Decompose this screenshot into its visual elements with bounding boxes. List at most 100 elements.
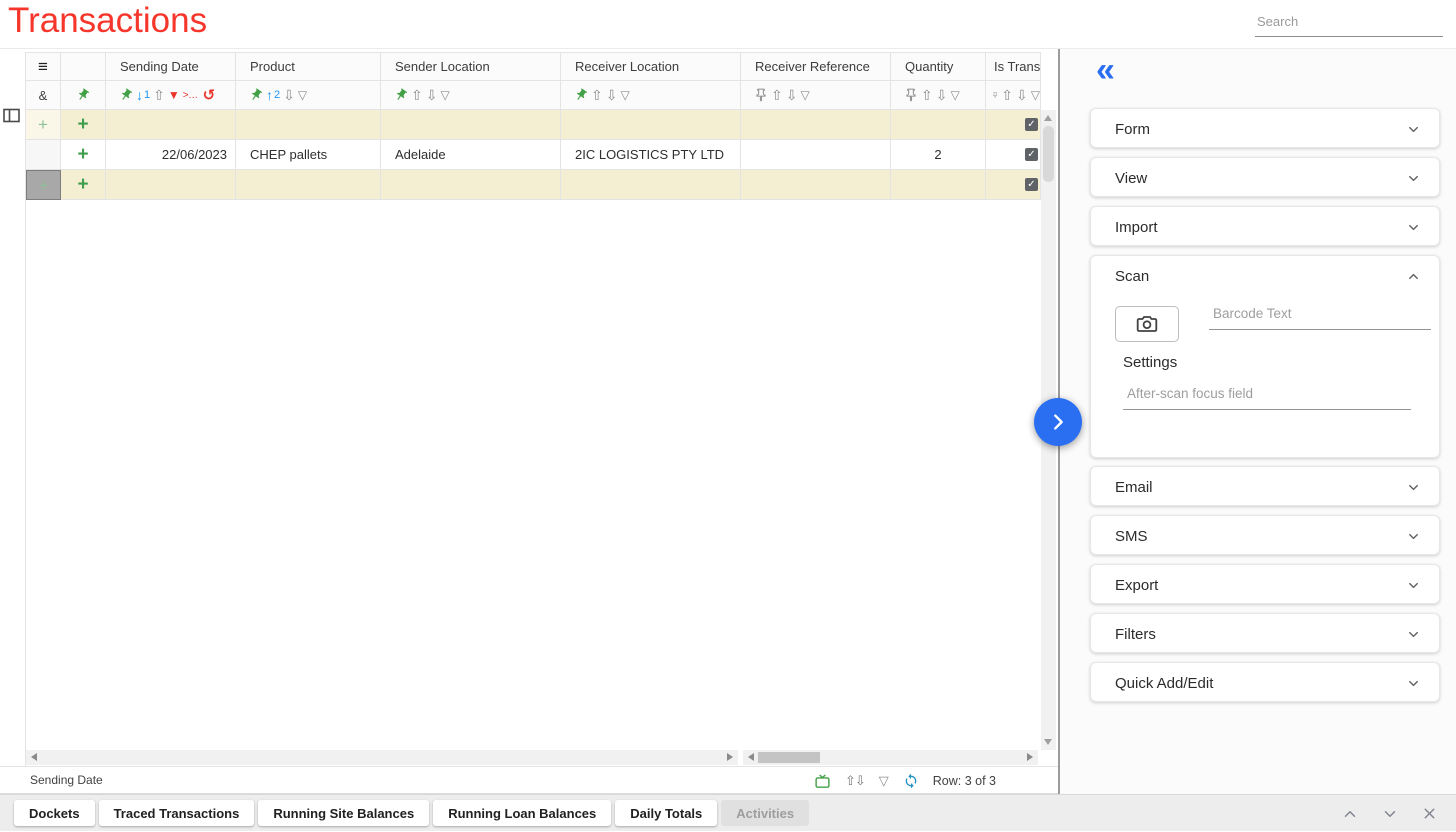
- pin-icon[interactable]: [391, 85, 410, 104]
- sort-asc-icon[interactable]: ⇧: [153, 88, 165, 102]
- column-header-sending-date[interactable]: Sending Date: [106, 53, 236, 81]
- pin-icon[interactable]: [73, 85, 92, 104]
- cell-receiver-location[interactable]: [561, 110, 741, 140]
- accordion-header-form[interactable]: Form: [1091, 109, 1439, 149]
- column-header-is-transfer[interactable]: Is Transfer: [986, 53, 1041, 81]
- scroll-right-arrow[interactable]: [1027, 753, 1033, 761]
- scroll-left-arrow[interactable]: [31, 753, 37, 761]
- is-transfer-checkbox[interactable]: ✓: [1025, 148, 1038, 161]
- after-scan-focus-input[interactable]: [1123, 382, 1411, 410]
- tab-dockets[interactable]: Dockets: [14, 800, 95, 826]
- sort-desc-icon[interactable]: ⇩: [936, 88, 948, 102]
- cell-sender-location[interactable]: Adelaide: [381, 140, 561, 170]
- is-transfer-checkbox[interactable]: ✓: [1025, 178, 1038, 191]
- accordion-header-export[interactable]: Export: [1091, 565, 1439, 605]
- sort-desc-icon[interactable]: ⇩: [426, 88, 438, 102]
- cell-receiver-reference[interactable]: [741, 170, 891, 200]
- pin-column-header[interactable]: [61, 53, 106, 81]
- pin-outline-icon[interactable]: [904, 88, 918, 102]
- cell-product[interactable]: [236, 110, 381, 140]
- scroll-right-arrow[interactable]: [727, 753, 733, 761]
- column-header-sender-location[interactable]: Sender Location: [381, 53, 561, 81]
- chevron-down-icon[interactable]: [1406, 676, 1421, 691]
- is-transfer-checkbox[interactable]: ✓: [1025, 118, 1038, 131]
- cell-quantity[interactable]: [891, 110, 986, 140]
- row-add-cell[interactable]: +: [61, 170, 106, 200]
- pin-outline-icon[interactable]: [992, 88, 998, 102]
- cell-product[interactable]: [236, 170, 381, 200]
- sort-desc-icon[interactable]: ⇩: [283, 88, 295, 102]
- filter-operator[interactable]: &: [39, 88, 48, 103]
- filter-icon[interactable]: ▽: [440, 88, 449, 102]
- chevron-down-icon[interactable]: [1406, 529, 1421, 544]
- expand-panel-button[interactable]: [1034, 398, 1082, 446]
- scroll-left-arrow[interactable]: [748, 753, 754, 761]
- pin-icon[interactable]: [116, 85, 135, 104]
- cell-quantity[interactable]: [891, 170, 986, 200]
- add-row-icon[interactable]: +: [39, 177, 49, 194]
- sort-asc-icon[interactable]: ⇧: [921, 88, 933, 102]
- column-header-quantity[interactable]: Quantity: [891, 53, 986, 81]
- filter-icon[interactable]: ▽: [620, 88, 629, 102]
- tab-daily-totals[interactable]: Daily Totals: [615, 800, 717, 826]
- sort-desc-icon[interactable]: ⇩: [786, 88, 798, 102]
- horizontal-scrollbar-thumb[interactable]: [758, 752, 820, 763]
- column-header-receiver-location[interactable]: Receiver Location: [561, 53, 741, 81]
- sort-asc-icon[interactable]: ⇧: [411, 88, 423, 102]
- tab-traced-transactions[interactable]: Traced Transactions: [99, 800, 255, 826]
- scroll-up-arrow[interactable]: [1044, 115, 1052, 121]
- sort-rows-icon[interactable]: ⇧⇩: [845, 773, 865, 789]
- refresh-icon[interactable]: [903, 773, 919, 789]
- cell-receiver-location[interactable]: [561, 170, 741, 200]
- accordion-header-quick-add-edit[interactable]: Quick Add/Edit: [1091, 663, 1439, 703]
- filter-active-icon[interactable]: ▼: [168, 88, 180, 102]
- row-gutter-cell-selected[interactable]: +: [26, 170, 61, 200]
- accordion-header-scan[interactable]: Scan: [1091, 256, 1439, 296]
- pin-icon[interactable]: [571, 85, 590, 104]
- chevron-down-icon[interactable]: [1406, 220, 1421, 235]
- sort-asc-icon[interactable]: ⇧: [1001, 88, 1013, 102]
- sort-desc-icon[interactable]: ↓: [136, 88, 143, 102]
- close-button[interactable]: [1421, 805, 1438, 822]
- cell-sending-date[interactable]: [106, 170, 236, 200]
- filter-rows-icon[interactable]: ▽: [879, 773, 889, 789]
- chevron-up-button[interactable]: [1341, 805, 1359, 823]
- live-tv-icon[interactable]: [814, 773, 831, 790]
- row-gutter-cell[interactable]: [26, 140, 61, 170]
- cell-sending-date[interactable]: 22/06/2023: [106, 140, 236, 170]
- cell-receiver-location[interactable]: 2IC LOGISTICS PTY LTD: [561, 140, 741, 170]
- split-view-icon[interactable]: [3, 108, 20, 123]
- chevron-down-icon[interactable]: [1406, 122, 1421, 137]
- chevron-up-icon[interactable]: [1406, 269, 1421, 284]
- chevron-down-icon[interactable]: [1406, 578, 1421, 593]
- cell-sending-date[interactable]: [106, 110, 236, 140]
- chevron-down-icon[interactable]: [1406, 171, 1421, 186]
- filter-icon[interactable]: ▽: [800, 88, 809, 102]
- accordion-header-email[interactable]: Email: [1091, 467, 1439, 507]
- chevron-down-icon[interactable]: [1406, 480, 1421, 495]
- add-row-icon[interactable]: +: [77, 145, 88, 164]
- sort-desc-icon[interactable]: ⇩: [1016, 88, 1028, 102]
- row-add-cell[interactable]: +: [61, 140, 106, 170]
- clear-filter-icon[interactable]: ↺: [203, 88, 216, 103]
- pin-outline-icon[interactable]: [754, 88, 768, 102]
- cell-sender-location[interactable]: [381, 170, 561, 200]
- row-add-cell[interactable]: +: [61, 110, 106, 140]
- tab-running-loan-balances[interactable]: Running Loan Balances: [433, 800, 611, 826]
- sort-asc-icon[interactable]: ⇧: [771, 88, 783, 102]
- column-header-receiver-reference[interactable]: Receiver Reference: [741, 53, 891, 81]
- column-chooser-icon[interactable]: ≡: [38, 58, 48, 75]
- cell-receiver-reference[interactable]: [741, 140, 891, 170]
- accordion-header-sms[interactable]: SMS: [1091, 516, 1439, 556]
- tab-running-site-balances[interactable]: Running Site Balances: [258, 800, 429, 826]
- cell-sender-location[interactable]: [381, 110, 561, 140]
- filter-icon[interactable]: ▽: [298, 88, 307, 102]
- filter-condition-text[interactable]: >…: [183, 90, 198, 101]
- column-header-product[interactable]: Product: [236, 53, 381, 81]
- accordion-header-filters[interactable]: Filters: [1091, 614, 1439, 654]
- tab-activities[interactable]: Activities: [721, 800, 809, 826]
- add-row-icon[interactable]: +: [38, 116, 48, 133]
- barcode-text-input[interactable]: [1209, 302, 1431, 330]
- row-gutter-cell[interactable]: +: [26, 110, 61, 140]
- chevron-down-icon[interactable]: [1406, 627, 1421, 642]
